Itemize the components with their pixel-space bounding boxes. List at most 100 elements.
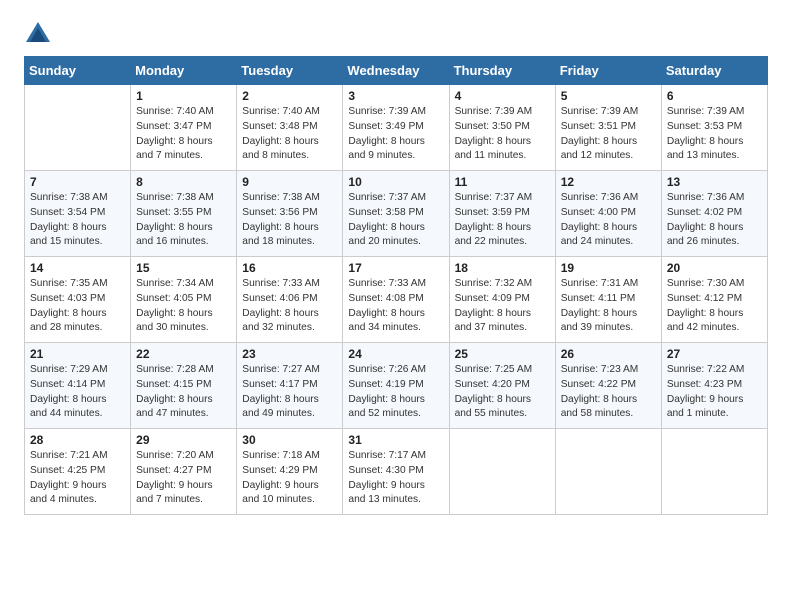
day-number: 26 — [561, 347, 656, 361]
calendar-cell: 10 Sunrise: 7:37 AM Sunset: 3:58 PM Dayli… — [343, 171, 449, 257]
week-row-5: 28 Sunrise: 7:21 AM Sunset: 4:25 PM Dayli… — [25, 429, 768, 515]
calendar-cell: 25 Sunrise: 7:25 AM Sunset: 4:20 PM Dayli… — [449, 343, 555, 429]
day-info: Sunrise: 7:22 AM Sunset: 4:23 PM Dayligh… — [667, 363, 762, 422]
day-number: 27 — [667, 347, 762, 361]
day-info: Sunrise: 7:38 AM Sunset: 3:54 PM Dayligh… — [30, 191, 125, 250]
calendar-cell — [661, 429, 767, 515]
day-number: 1 — [136, 89, 231, 103]
calendar-cell: 18 Sunrise: 7:32 AM Sunset: 4:09 PM Dayli… — [449, 257, 555, 343]
day-number: 3 — [348, 89, 443, 103]
calendar-cell: 17 Sunrise: 7:33 AM Sunset: 4:08 PM Dayli… — [343, 257, 449, 343]
day-number: 16 — [242, 261, 337, 275]
day-info: Sunrise: 7:21 AM Sunset: 4:25 PM Dayligh… — [30, 449, 125, 508]
calendar-cell: 9 Sunrise: 7:38 AM Sunset: 3:56 PM Daylig… — [237, 171, 343, 257]
day-info: Sunrise: 7:38 AM Sunset: 3:55 PM Dayligh… — [136, 191, 231, 250]
day-info: Sunrise: 7:40 AM Sunset: 3:48 PM Dayligh… — [242, 105, 337, 164]
day-info: Sunrise: 7:29 AM Sunset: 4:14 PM Dayligh… — [30, 363, 125, 422]
day-info: Sunrise: 7:38 AM Sunset: 3:56 PM Dayligh… — [242, 191, 337, 250]
day-info: Sunrise: 7:36 AM Sunset: 4:02 PM Dayligh… — [667, 191, 762, 250]
calendar-cell: 19Sunrise: 7:31 AM Sunset: 4:11 PM Dayli… — [555, 257, 661, 343]
day-info: Sunrise: 7:34 AM Sunset: 4:05 PM Dayligh… — [136, 277, 231, 336]
day-number: 5 — [561, 89, 656, 103]
calendar-cell — [555, 429, 661, 515]
calendar-cell: 3 Sunrise: 7:39 AM Sunset: 3:49 PM Daylig… — [343, 85, 449, 171]
day-info: Sunrise: 7:17 AM Sunset: 4:30 PM Dayligh… — [348, 449, 443, 508]
calendar-cell: 30Sunrise: 7:18 AM Sunset: 4:29 PM Dayli… — [237, 429, 343, 515]
day-number: 21 — [30, 347, 125, 361]
week-row-4: 21 Sunrise: 7:29 AM Sunset: 4:14 PM Dayli… — [25, 343, 768, 429]
day-header-saturday: Saturday — [661, 57, 767, 85]
day-number: 17 — [348, 261, 443, 275]
day-info: Sunrise: 7:25 AM Sunset: 4:20 PM Dayligh… — [455, 363, 550, 422]
calendar-cell: 23 Sunrise: 7:27 AM Sunset: 4:17 PM Dayli… — [237, 343, 343, 429]
day-header-tuesday: Tuesday — [237, 57, 343, 85]
logo-icon — [24, 20, 52, 48]
calendar-cell: 5 Sunrise: 7:39 AM Sunset: 3:51 PM Daylig… — [555, 85, 661, 171]
calendar-cell: 6 Sunrise: 7:39 AM Sunset: 3:53 PM Daylig… — [661, 85, 767, 171]
day-info: Sunrise: 7:23 AM Sunset: 4:22 PM Dayligh… — [561, 363, 656, 422]
day-header-monday: Monday — [131, 57, 237, 85]
day-header-wednesday: Wednesday — [343, 57, 449, 85]
day-number: 25 — [455, 347, 550, 361]
day-number: 18 — [455, 261, 550, 275]
day-info: Sunrise: 7:33 AM Sunset: 4:08 PM Dayligh… — [348, 277, 443, 336]
day-number: 12 — [561, 175, 656, 189]
day-info: Sunrise: 7:35 AM Sunset: 4:03 PM Dayligh… — [30, 277, 125, 336]
day-number: 31 — [348, 433, 443, 447]
calendar-cell: 1 Sunrise: 7:40 AM Sunset: 3:47 PM Daylig… — [131, 85, 237, 171]
day-number: 22 — [136, 347, 231, 361]
calendar-cell — [449, 429, 555, 515]
day-number: 2 — [242, 89, 337, 103]
calendar-cell: 27 Sunrise: 7:22 AM Sunset: 4:23 PM Dayli… — [661, 343, 767, 429]
calendar-cell: 31 Sunrise: 7:17 AM Sunset: 4:30 PM Dayli… — [343, 429, 449, 515]
calendar-cell: 8 Sunrise: 7:38 AM Sunset: 3:55 PM Daylig… — [131, 171, 237, 257]
day-info: Sunrise: 7:32 AM Sunset: 4:09 PM Dayligh… — [455, 277, 550, 336]
day-number: 6 — [667, 89, 762, 103]
day-info: Sunrise: 7:33 AM Sunset: 4:06 PM Dayligh… — [242, 277, 337, 336]
day-number: 20 — [667, 261, 762, 275]
day-info: Sunrise: 7:26 AM Sunset: 4:19 PM Dayligh… — [348, 363, 443, 422]
day-number: 14 — [30, 261, 125, 275]
day-header-friday: Friday — [555, 57, 661, 85]
day-info: Sunrise: 7:39 AM Sunset: 3:49 PM Dayligh… — [348, 105, 443, 164]
day-number: 29 — [136, 433, 231, 447]
calendar-cell: 24 Sunrise: 7:26 AM Sunset: 4:19 PM Dayli… — [343, 343, 449, 429]
day-number: 24 — [348, 347, 443, 361]
calendar-cell: 20 Sunrise: 7:30 AM Sunset: 4:12 PM Dayli… — [661, 257, 767, 343]
day-info: Sunrise: 7:37 AM Sunset: 3:59 PM Dayligh… — [455, 191, 550, 250]
day-number: 10 — [348, 175, 443, 189]
calendar-cell: 28 Sunrise: 7:21 AM Sunset: 4:25 PM Dayli… — [25, 429, 131, 515]
calendar-cell: 16 Sunrise: 7:33 AM Sunset: 4:06 PM Dayli… — [237, 257, 343, 343]
day-info: Sunrise: 7:39 AM Sunset: 3:51 PM Dayligh… — [561, 105, 656, 164]
day-info: Sunrise: 7:39 AM Sunset: 3:53 PM Dayligh… — [667, 105, 762, 164]
day-info: Sunrise: 7:27 AM Sunset: 4:17 PM Dayligh… — [242, 363, 337, 422]
day-info: Sunrise: 7:30 AM Sunset: 4:12 PM Dayligh… — [667, 277, 762, 336]
days-header-row: SundayMondayTuesdayWednesdayThursdayFrid… — [25, 57, 768, 85]
calendar-cell: 2 Sunrise: 7:40 AM Sunset: 3:48 PM Daylig… — [237, 85, 343, 171]
day-number: 11 — [455, 175, 550, 189]
calendar-cell — [25, 85, 131, 171]
calendar-cell: 22 Sunrise: 7:28 AM Sunset: 4:15 PM Dayli… — [131, 343, 237, 429]
day-info: Sunrise: 7:37 AM Sunset: 3:58 PM Dayligh… — [348, 191, 443, 250]
calendar-cell: 29Sunrise: 7:20 AM Sunset: 4:27 PM Dayli… — [131, 429, 237, 515]
day-number: 4 — [455, 89, 550, 103]
calendar-cell: 14 Sunrise: 7:35 AM Sunset: 4:03 PM Dayli… — [25, 257, 131, 343]
day-number: 28 — [30, 433, 125, 447]
calendar-cell: 12 Sunrise: 7:36 AM Sunset: 4:00 PM Dayli… — [555, 171, 661, 257]
day-number: 8 — [136, 175, 231, 189]
day-info: Sunrise: 7:28 AM Sunset: 4:15 PM Dayligh… — [136, 363, 231, 422]
day-number: 9 — [242, 175, 337, 189]
day-number: 23 — [242, 347, 337, 361]
calendar-cell: 13Sunrise: 7:36 AM Sunset: 4:02 PM Dayli… — [661, 171, 767, 257]
calendar-cell: 26 Sunrise: 7:23 AM Sunset: 4:22 PM Dayli… — [555, 343, 661, 429]
day-info: Sunrise: 7:36 AM Sunset: 4:00 PM Dayligh… — [561, 191, 656, 250]
day-number: 19 — [561, 261, 656, 275]
calendar-cell: 15Sunrise: 7:34 AM Sunset: 4:05 PM Dayli… — [131, 257, 237, 343]
day-number: 7 — [30, 175, 125, 189]
calendar-cell: 4Sunrise: 7:39 AM Sunset: 3:50 PM Daylig… — [449, 85, 555, 171]
week-row-2: 7 Sunrise: 7:38 AM Sunset: 3:54 PM Daylig… — [25, 171, 768, 257]
week-row-1: 1 Sunrise: 7:40 AM Sunset: 3:47 PM Daylig… — [25, 85, 768, 171]
day-info: Sunrise: 7:40 AM Sunset: 3:47 PM Dayligh… — [136, 105, 231, 164]
logo — [24, 20, 56, 48]
day-header-thursday: Thursday — [449, 57, 555, 85]
